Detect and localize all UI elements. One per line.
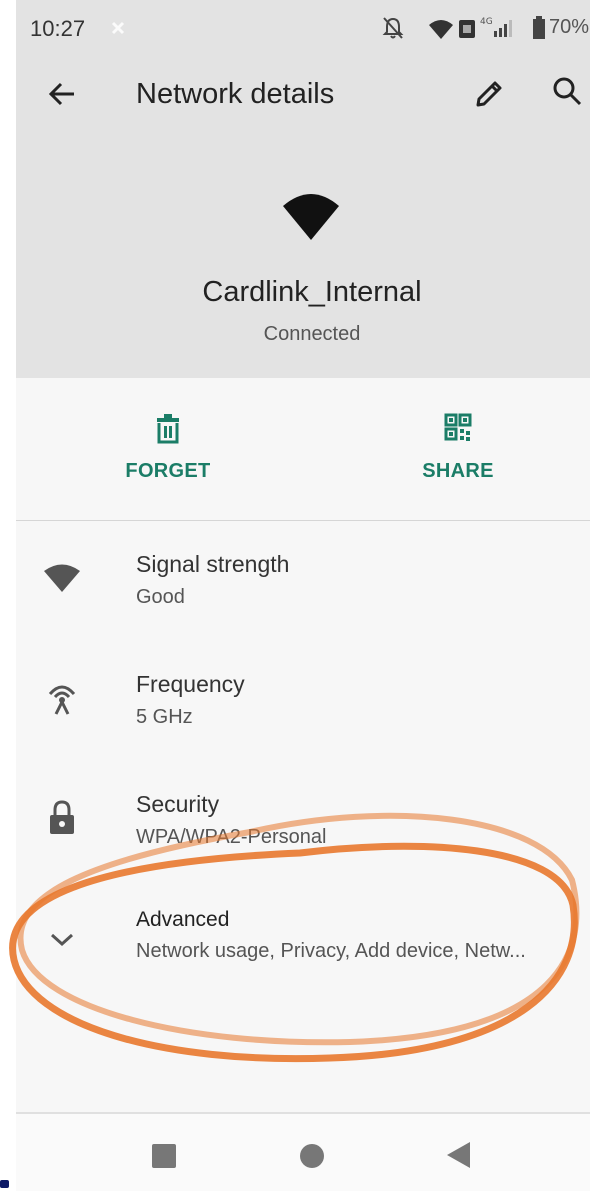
wifi-icon: [429, 20, 453, 39]
arrow-left-icon: [48, 82, 74, 106]
detail-title: Frequency: [136, 671, 245, 697]
forget-label: FORGET: [125, 460, 211, 482]
detail-value: Good: [136, 586, 185, 608]
app-bar: Network details: [16, 56, 590, 136]
antenna-icon: [48, 685, 76, 715]
advanced-expand-button[interactable]: Advanced Network usage, Privacy, Add dev…: [16, 896, 590, 1006]
qr-code-icon: [444, 413, 472, 441]
wifi-icon: [44, 564, 80, 592]
nav-back-button[interactable]: [444, 1140, 472, 1170]
advanced-title: Advanced: [136, 908, 230, 931]
detail-title: Signal strength: [136, 551, 290, 577]
pencil-icon: [476, 81, 502, 107]
sim-icon: [459, 20, 475, 38]
connection-status: Connected: [263, 323, 361, 345]
svg-text:4G: 4G: [480, 17, 493, 27]
phone-screen: 10:27 4G 70% Network details Cardlink_In…: [16, 0, 590, 1191]
detail-value: WPA/WPA2-Personal: [136, 826, 327, 848]
back-button[interactable]: [42, 74, 82, 114]
battery-icon: [533, 16, 545, 39]
search-button[interactable]: [550, 74, 586, 110]
status-time: 10:27: [30, 16, 86, 41]
divider: [16, 520, 590, 521]
network-name: Cardlink_Internal: [202, 276, 422, 308]
x-icon: [111, 21, 125, 35]
forget-button[interactable]: FORGET: [68, 400, 268, 510]
chevron-down-icon: [50, 933, 74, 947]
page-title: Network details: [136, 78, 335, 110]
recents-button[interactable]: [150, 1142, 178, 1170]
recents-square-icon: [152, 1144, 176, 1168]
share-label: SHARE: [422, 460, 494, 482]
trash-icon: [157, 414, 179, 444]
signal-icon: 4G: [480, 17, 512, 37]
home-circle-icon: [300, 1144, 324, 1168]
search-icon: [553, 77, 582, 106]
corner-dot: [0, 1180, 9, 1188]
edit-button[interactable]: [471, 76, 507, 112]
battery-percent: 70%: [549, 16, 590, 38]
detail-signal-strength: Signal strength Good: [16, 540, 590, 640]
detail-title: Security: [136, 791, 220, 817]
home-button[interactable]: [298, 1142, 326, 1170]
detail-security: Security WPA/WPA2-Personal: [16, 780, 590, 880]
wifi-icon: [283, 194, 339, 240]
advanced-summary: Network usage, Privacy, Add device, Netw…: [136, 940, 526, 962]
bell-off-icon: [382, 17, 404, 39]
share-button[interactable]: SHARE: [358, 400, 558, 510]
detail-frequency: Frequency 5 GHz: [16, 660, 590, 760]
status-bar: 10:27 4G 70%: [16, 0, 590, 56]
lock-icon: [50, 800, 74, 834]
back-triangle-icon: [447, 1142, 470, 1168]
detail-value: 5 GHz: [136, 706, 193, 728]
system-nav-bar: [16, 1114, 590, 1191]
